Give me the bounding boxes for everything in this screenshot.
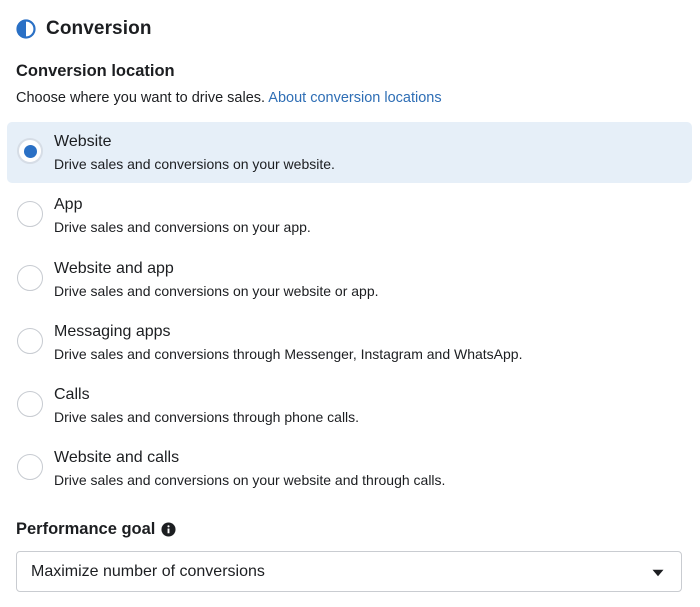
radio-button[interactable] <box>17 327 43 354</box>
radio-button[interactable] <box>17 201 43 228</box>
option-website-and-app[interactable]: Website and app Drive sales and conversi… <box>7 249 692 310</box>
option-website-and-calls[interactable]: Website and calls Drive sales and conver… <box>7 438 692 499</box>
caret-down-icon <box>652 569 664 577</box>
option-website[interactable]: Website Drive sales and conversions on y… <box>7 122 692 183</box>
option-calls[interactable]: Calls Drive sales and conversions throug… <box>7 375 692 436</box>
conversion-location-options: Website Drive sales and conversions on y… <box>7 122 692 502</box>
option-label: Calls <box>54 386 90 404</box>
about-conversion-locations-link[interactable]: About conversion locations <box>268 90 441 106</box>
option-label: Messaging apps <box>54 322 171 340</box>
option-description: Drive sales and conversions on your webs… <box>54 282 379 299</box>
option-description: Drive sales and conversions through Mess… <box>54 345 523 362</box>
radio-button[interactable] <box>17 138 43 164</box>
option-description: Drive sales and conversions on your webs… <box>54 472 446 489</box>
option-label: App <box>54 196 83 214</box>
option-messaging-apps[interactable]: Messaging apps Drive sales and conversio… <box>7 312 692 373</box>
radio-button[interactable] <box>17 454 43 481</box>
option-app[interactable]: App Drive sales and conversions on your … <box>7 185 692 246</box>
option-label: Website <box>54 133 112 150</box>
conversion-location-description: Choose where you want to drive sales. Ab… <box>16 90 442 106</box>
option-description: Drive sales and conversions on your webs… <box>54 156 335 172</box>
performance-goal-title: Performance goal <box>16 520 176 539</box>
info-icon[interactable] <box>161 522 176 537</box>
radio-button[interactable] <box>17 264 43 291</box>
performance-goal-label: Performance goal <box>16 520 156 538</box>
section-title: Conversion <box>46 18 152 39</box>
description-text: Choose where you want to drive sales. <box>16 90 266 106</box>
section-header: Conversion <box>16 18 152 40</box>
conversion-location-title: Conversion location <box>16 62 175 80</box>
conversion-settings-panel: Conversion Conversion location Choose wh… <box>0 0 700 607</box>
option-description: Drive sales and conversions through phon… <box>54 409 360 426</box>
performance-goal-select[interactable]: Maximize number of conversions <box>16 551 682 592</box>
half-circle-icon <box>16 19 36 39</box>
performance-goal-value: Maximize number of conversions <box>31 563 265 580</box>
option-description: Drive sales and conversions on your app. <box>54 219 311 236</box>
option-label: Website and calls <box>54 449 180 467</box>
radio-button[interactable] <box>17 391 43 418</box>
option-label: Website and app <box>54 259 174 277</box>
radio-selected-dot <box>23 144 37 158</box>
